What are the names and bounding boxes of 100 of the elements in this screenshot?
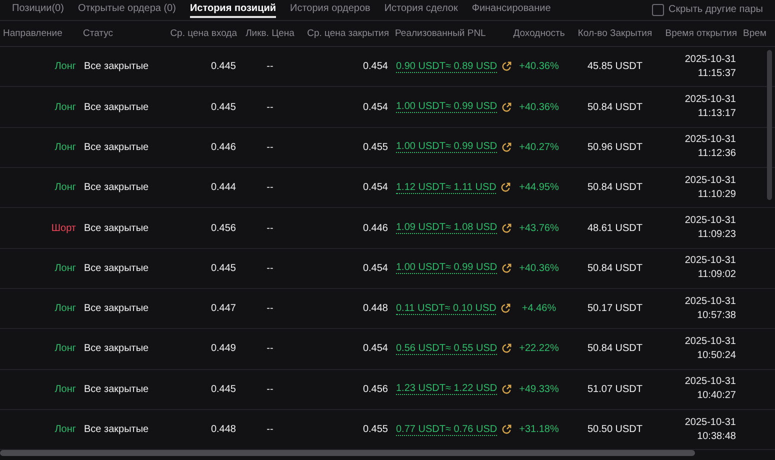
table-cell-text: 45.85 USDT xyxy=(586,61,644,72)
status-cell-text: Все закрытые xyxy=(83,61,150,72)
table-cell-text: 50.50 USDT xyxy=(586,424,644,435)
table-cell-text: 0.445 xyxy=(210,61,237,72)
yield-cell-text: +43.76% xyxy=(518,222,560,234)
time-cell-text: 2025-10-31 10:38:48 xyxy=(684,416,737,444)
share-icon[interactable] xyxy=(501,142,512,153)
pnl-link[interactable]: 1.23 USDT≈ 1.22 USD xyxy=(396,383,498,396)
pnl-link[interactable]: 1.00 USDT≈ 0.99 USD xyxy=(396,262,498,274)
share-icon[interactable] xyxy=(501,384,512,395)
column-header: Ликв. Цена xyxy=(244,28,296,39)
direction-cell-text: Лонг xyxy=(54,142,77,153)
table-cell-text: 0.447 xyxy=(210,303,237,314)
time-cell-text: 2025-10-31 11:10:29 xyxy=(684,174,737,202)
pnl-link[interactable]: 1.00 USDT≈ 0.99 USD xyxy=(396,101,498,114)
share-icon[interactable] xyxy=(501,102,512,113)
direction-cell-text: Лонг xyxy=(54,262,77,274)
table-cell-text: 0.444 xyxy=(210,182,237,194)
column-header: Реализованный PNL xyxy=(394,28,487,39)
share-icon[interactable] xyxy=(500,303,512,314)
pnl-link[interactable]: 1.00 USDT≈ 0.99 USD xyxy=(396,141,498,154)
status-cell-text: Все закрытые xyxy=(83,424,150,435)
table-cell-text: 0.454 xyxy=(362,61,389,72)
direction-cell-text: Лонг xyxy=(54,102,77,113)
checkbox[interactable] xyxy=(652,4,664,16)
table-cell-text: 0.454 xyxy=(362,102,389,113)
status-cell-text: Все закрытые xyxy=(83,384,150,395)
yield-cell-text: +49.33% xyxy=(518,384,560,395)
time-cell-text: 2025-10-31 11:13:17 xyxy=(684,93,737,122)
status-cell-text: Все закрытые xyxy=(83,343,150,354)
tab[interactable]: История позиций xyxy=(190,1,276,18)
share-icon[interactable] xyxy=(501,424,512,435)
tab[interactable]: История ордеров xyxy=(290,1,370,18)
time-cell-text: 2025-10-31 11:12:36 xyxy=(684,133,737,162)
tab[interactable]: Финансирование xyxy=(472,1,551,18)
tab[interactable]: Открытые ордера (0) xyxy=(78,1,176,18)
time-cell-text: 2025-10-31 11:09:23 xyxy=(684,214,737,242)
table-cell-text: 0.446 xyxy=(210,142,237,153)
table-cell-text: 0.455 xyxy=(362,424,389,435)
pnl-link[interactable]: 1.09 USDT≈ 1.08 USD xyxy=(396,222,498,234)
share-icon[interactable] xyxy=(501,343,512,354)
pnl-link[interactable]: 0.11 USDT≈ 0.10 USD xyxy=(396,302,496,315)
column-header: Врем xyxy=(742,28,768,39)
pnl-link[interactable]: 1.12 USDT≈ 1.11 USD xyxy=(396,182,496,194)
table-cell-text: 50.84 USDT xyxy=(586,182,644,194)
pnl-link[interactable]: 0.56 USDT≈ 0.55 USD xyxy=(396,342,498,355)
status-cell-text: Все закрытые xyxy=(83,142,150,153)
scrollbar[interactable] xyxy=(0,450,695,456)
table-cell-text: 0.454 xyxy=(362,182,389,194)
table-cell-text: 50.96 USDT xyxy=(586,142,644,153)
yield-cell-text: +22.22% xyxy=(518,343,560,354)
column-header: Ср. цена входа xyxy=(169,28,238,39)
direction-cell-text: Лонг xyxy=(54,384,77,395)
table-cell-text: 0.456 xyxy=(362,384,389,395)
table-cell-text: -- xyxy=(266,384,274,395)
table-cell-text: 51.07 USDT xyxy=(586,384,644,395)
table-cell-text: 48.61 USDT xyxy=(586,222,644,234)
pnl-link[interactable]: 0.90 USDT≈ 0.89 USD xyxy=(396,60,498,73)
column-header: Ср. цена закрытия xyxy=(306,28,390,39)
direction-cell-text: Лонг xyxy=(54,303,77,314)
column-header: Статус xyxy=(82,28,114,39)
column-header: Направление xyxy=(2,28,64,39)
status-cell-text: Все закрытые xyxy=(83,303,150,314)
table-cell-text: -- xyxy=(266,343,274,354)
yield-cell-text: +44.95% xyxy=(518,182,560,194)
table-cell-text: 0.445 xyxy=(210,384,237,395)
yield-cell-text: +31.18% xyxy=(518,424,560,435)
status-cell-text: Все закрытые xyxy=(83,102,150,113)
column-header: Доходность xyxy=(512,28,566,39)
table-cell-text: 0.448 xyxy=(362,303,389,314)
share-icon[interactable] xyxy=(500,182,512,194)
tab[interactable]: История сделок xyxy=(384,1,458,18)
share-icon[interactable] xyxy=(501,222,512,234)
time-cell-text: 2025-10-31 11:09:02 xyxy=(684,254,737,282)
time-cell-text: 2025-10-31 11:15:37 xyxy=(684,52,737,81)
yield-cell-text: +40.36% xyxy=(518,262,560,274)
direction-cell-text: Шорт xyxy=(50,222,77,234)
table-cell-text: -- xyxy=(266,142,274,153)
time-cell-text: 2025-10-31 10:50:24 xyxy=(684,334,737,363)
direction-cell-text: Лонг xyxy=(54,182,77,194)
status-cell-text: Все закрытые xyxy=(83,222,150,234)
table-cell-text: 0.445 xyxy=(210,262,237,274)
column-header: Кол-во Закрытия xyxy=(576,28,654,39)
table-cell-text: -- xyxy=(266,182,274,194)
table-cell-text: 50.84 USDT xyxy=(586,102,644,113)
table-cell-text: 0.454 xyxy=(362,262,389,274)
table-cell-text: -- xyxy=(266,61,274,72)
direction-cell-text: Лонг xyxy=(54,424,77,435)
table-cell-text: 0.445 xyxy=(210,102,237,113)
tab[interactable]: Позиции(0) xyxy=(12,1,64,18)
table-cell-text: -- xyxy=(266,303,274,314)
checkbox-label: Скрыть другие пары xyxy=(668,4,763,16)
scrollbar[interactable] xyxy=(767,50,772,200)
pnl-link[interactable]: 0.77 USDT≈ 0.76 USD xyxy=(396,424,498,436)
share-icon[interactable] xyxy=(501,262,512,274)
share-icon[interactable] xyxy=(501,61,512,72)
table-cell-text: 50.84 USDT xyxy=(586,262,644,274)
table-cell-text: 0.456 xyxy=(210,222,237,234)
table-cell-text: -- xyxy=(266,102,274,113)
table-cell-text: 50.17 USDT xyxy=(586,303,644,314)
